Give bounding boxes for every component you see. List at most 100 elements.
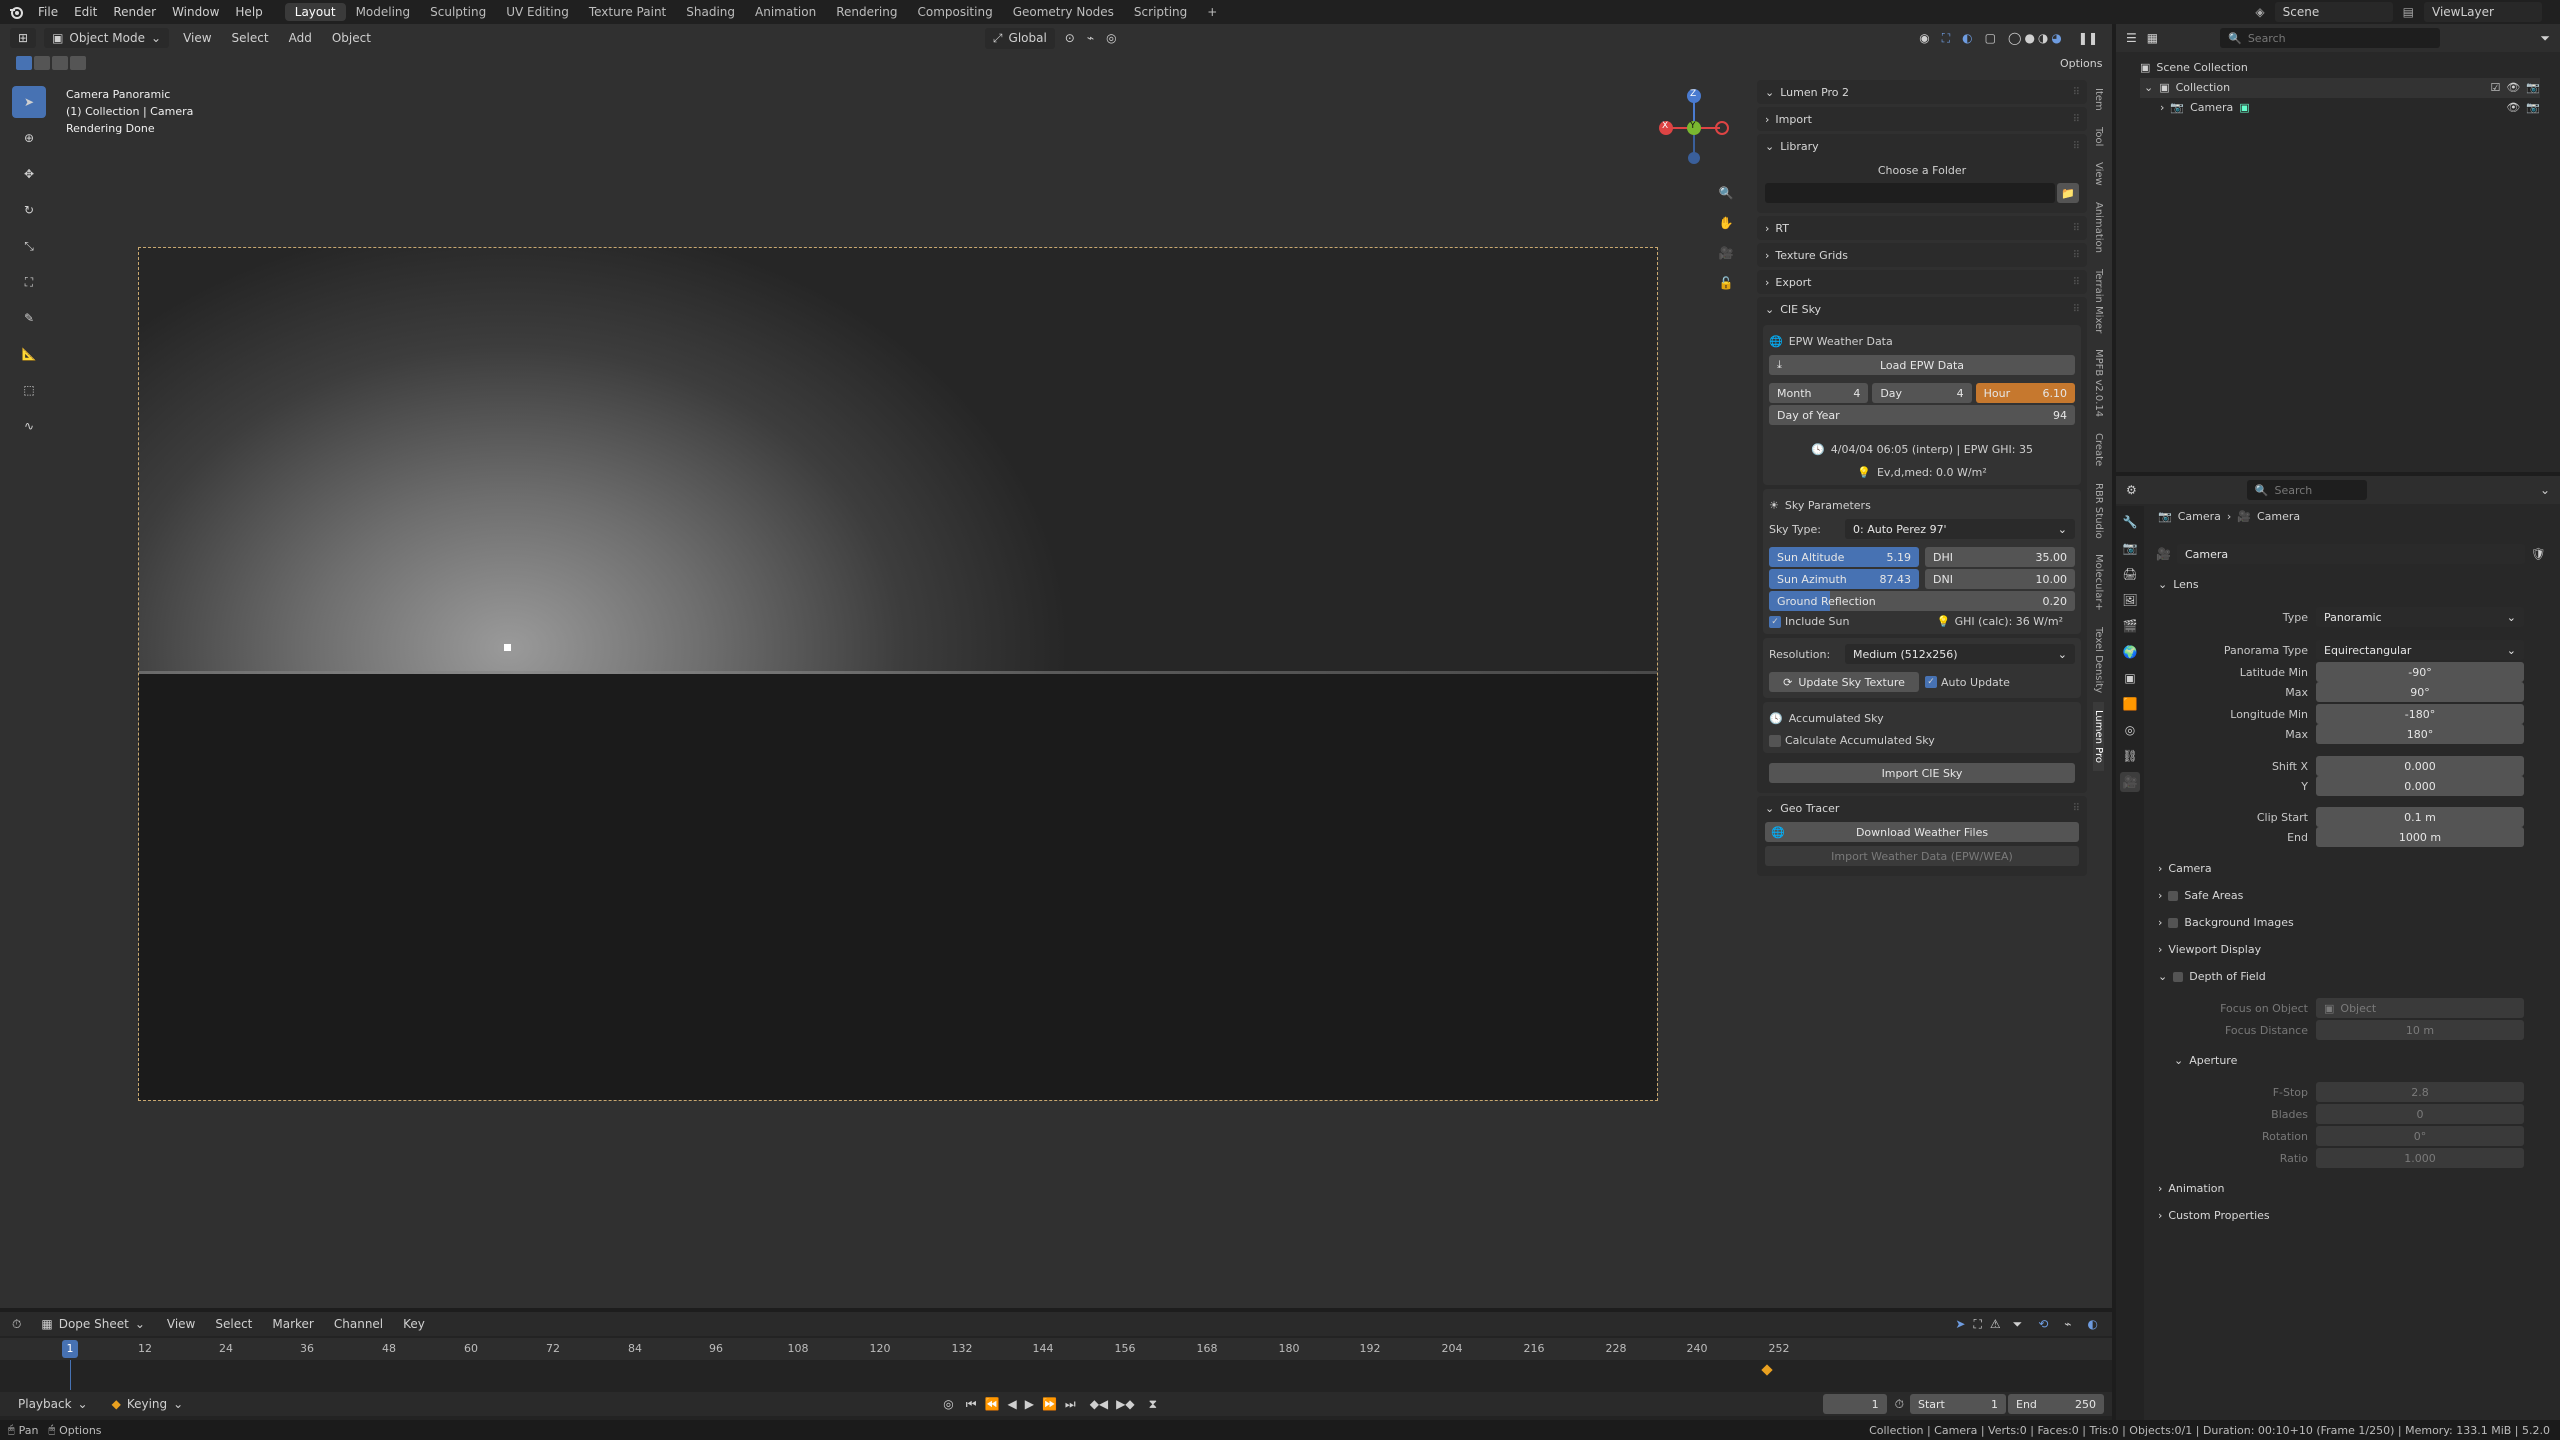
drag-grip-icon[interactable]: ⠿ [2073, 304, 2080, 315]
timeline-editor-icon[interactable]: ⏱ [12, 1317, 21, 1332]
tab-compositing[interactable]: Compositing [907, 3, 1002, 21]
mode-selector[interactable]: ▣ Object Mode ⌄ [44, 28, 170, 48]
day-of-year-field[interactable]: Day of Year 94 [1769, 405, 2075, 425]
move-tool[interactable]: ✥ [12, 158, 46, 190]
editor-type-button[interactable]: ⊞ [10, 28, 37, 48]
camera-render-icon[interactable]: 📷 [2526, 98, 2540, 118]
drag-grip-icon[interactable]: ⠿ [2073, 141, 2080, 152]
playback-menu[interactable]: Playback ⌄ [10, 1394, 96, 1414]
hour-field[interactable]: Hour 6.10 [1975, 383, 2075, 403]
sidebar-tab-create[interactable]: Create [2093, 425, 2104, 474]
timeline-menu-select[interactable]: Select [205, 1317, 262, 1331]
focus-distance-field[interactable]: 10 m [2316, 1020, 2524, 1040]
update-sky-texture-button[interactable]: ⟳ Update Sky Texture [1769, 672, 1919, 692]
camera-view-icon[interactable]: 🎥 [1716, 238, 1736, 268]
latitude-max-field[interactable]: 90° [2316, 682, 2524, 702]
month-field[interactable]: Month 4 [1769, 383, 1869, 403]
ground-reflection-slider[interactable]: Ground Reflection 0.20 [1769, 591, 2075, 611]
lens-type-dropdown[interactable]: Panoramic ⌄ [2316, 607, 2524, 627]
sidebar-tab-lumen-pro[interactable]: Lumen Pro [2093, 701, 2104, 771]
include-checkbox-icon[interactable]: ☑ [2490, 78, 2500, 98]
shading-wireframe-icon[interactable]: ◯ [2008, 31, 2021, 45]
play-icon[interactable]: ▶ [1025, 1397, 1034, 1411]
tool-tab-icon[interactable]: 🔧 [2120, 512, 2140, 532]
viewport-menu-add[interactable]: Add [279, 31, 322, 45]
end-frame-field[interactable]: End 250 [2008, 1394, 2104, 1414]
shading-material-icon[interactable]: ◑ [2038, 31, 2048, 45]
pan-hand-icon[interactable]: ✋ [1716, 208, 1736, 238]
sidebar-tab-rbr-studio[interactable]: RBR Studio [2093, 475, 2104, 547]
viewport-menu-view[interactable]: View [173, 31, 221, 45]
properties-search-input[interactable]: 🔍 Search [2246, 480, 2367, 500]
record-icon[interactable]: ◎ [943, 1397, 953, 1411]
timeline-menu-view[interactable]: View [157, 1317, 205, 1331]
gizmo-toggle-icon[interactable]: ⛶ [1942, 31, 1950, 46]
jump-start-icon[interactable]: ⏮ [966, 1397, 977, 1412]
shading-rendered-icon[interactable]: ◕ [2051, 31, 2061, 45]
ratio-field[interactable]: 1.000 [2316, 1148, 2524, 1168]
jump-keyframe-back-icon[interactable]: ⏪ [985, 1397, 1000, 1411]
include-sun-checkbox[interactable]: ✓ Include Sun [1769, 615, 1849, 628]
menu-window[interactable]: Window [164, 5, 227, 19]
snap-icon[interactable]: ⌁ [1087, 31, 1094, 45]
panorama-type-dropdown[interactable]: Equirectangular ⌄ [2316, 640, 2524, 660]
viewport-options-button[interactable]: Options [2060, 56, 2102, 70]
longitude-min-field[interactable]: -180° [2316, 704, 2524, 724]
chevron-down-icon[interactable]: ⌄ [2540, 483, 2550, 497]
overlay-icon[interactable]: ◐ [2088, 1317, 2098, 1331]
camera-row[interactable]: › 📷 Camera ▣ 👁 📷 [2140, 98, 2540, 118]
menu-help[interactable]: Help [227, 5, 270, 19]
panel-library[interactable]: ⌄ Library ⠿ Choose a Folder 📁 [1757, 134, 2087, 213]
jump-keyframe-forward-icon[interactable]: ⏩ [1042, 1397, 1057, 1411]
pivot-icon[interactable]: ⊙ [1065, 31, 1075, 45]
timeline-ruler[interactable]: 1 12 24 36 48 60 72 84 96 108 120 132 14… [0, 1338, 2112, 1360]
blades-field[interactable]: 0 [2316, 1104, 2524, 1124]
transform-tool[interactable]: ⛶ [12, 266, 46, 298]
current-frame-indicator[interactable]: 1 [62, 1340, 78, 1358]
focus-object-field[interactable]: ▣ Object [2316, 998, 2524, 1018]
folder-browse-icon[interactable]: 📁 [2057, 183, 2079, 203]
tab-layout[interactable]: Layout [284, 3, 346, 21]
select-new-icon[interactable] [16, 56, 32, 70]
import-weather-button[interactable]: Import Weather Data (EPW/WEA) [1765, 846, 2079, 866]
overlay-toggle-icon[interactable]: ◐ [1962, 31, 1972, 45]
sidebar-tab-terrain-mixer[interactable]: Terrain Mixer [2093, 261, 2104, 341]
custom-properties-section-header[interactable]: › Custom Properties [2158, 1209, 2270, 1222]
cursor-tool[interactable]: ⊕ [12, 122, 46, 154]
sync-icon[interactable]: ⧗ [1149, 1397, 1157, 1412]
start-frame-field[interactable]: Start 1 [1910, 1394, 2006, 1414]
output-tab-icon[interactable]: 🖨 [2120, 564, 2140, 584]
only-selected-icon[interactable]: ➤ [1955, 1317, 1965, 1331]
safe-areas-section-header[interactable]: › Safe Areas [2158, 889, 2243, 902]
tab-modeling[interactable]: Modeling [346, 3, 421, 21]
camera-data-name-field[interactable]: Camera [2176, 544, 2525, 564]
calculate-accumulated-checkbox[interactable]: Calculate Accumulated Sky [1769, 734, 2075, 747]
collection-row[interactable]: ⌄ ▣ Collection ☑ 👁 📷 [2140, 78, 2540, 98]
auto-key-icon[interactable]: ⟲ [2038, 1317, 2048, 1331]
animation-section-header[interactable]: › Animation [2158, 1182, 2225, 1195]
sidebar-tab-mpfb[interactable]: MPFB v2.0.14 [2093, 341, 2104, 425]
proportional-edit-icon[interactable]: ◎ [1106, 31, 1116, 45]
tab-animation[interactable]: Animation [745, 3, 826, 21]
shift-y-field[interactable]: 0.000 [2316, 776, 2524, 796]
play-reverse-icon[interactable]: ◀ [1007, 1397, 1016, 1411]
dhi-field[interactable]: DHI 35.00 [1925, 547, 2075, 567]
blender-logo-icon[interactable] [8, 4, 24, 20]
tab-texture-paint[interactable]: Texture Paint [579, 3, 676, 21]
panel-texture-grids[interactable]: › Texture Grids ⠿ [1757, 243, 2087, 267]
properties-editor-icon[interactable]: ⚙ [2126, 483, 2137, 497]
timeline-menu-channel[interactable]: Channel [324, 1317, 393, 1331]
add-cube-tool[interactable]: ⬚ [12, 374, 46, 406]
tab-scripting[interactable]: Scripting [1124, 3, 1197, 21]
filter-icon[interactable]: ⏷ [2540, 31, 2550, 46]
shift-x-field[interactable]: 0.000 [2316, 756, 2524, 776]
viewport-menu-select[interactable]: Select [222, 31, 279, 45]
viewport-menu-object[interactable]: Object [322, 31, 381, 45]
clock-icon[interactable]: ⏱ [1895, 1397, 1904, 1412]
scale-tool[interactable]: ⤡ [12, 230, 46, 262]
annotate-tool[interactable]: ✎ [12, 302, 46, 334]
sidebar-tab-tool[interactable]: Tool [2093, 119, 2104, 154]
pause-render-icon[interactable]: ❚❚ [2078, 31, 2098, 45]
menu-render[interactable]: Render [105, 5, 164, 19]
xray-icon[interactable]: ▢ [1985, 31, 1996, 45]
